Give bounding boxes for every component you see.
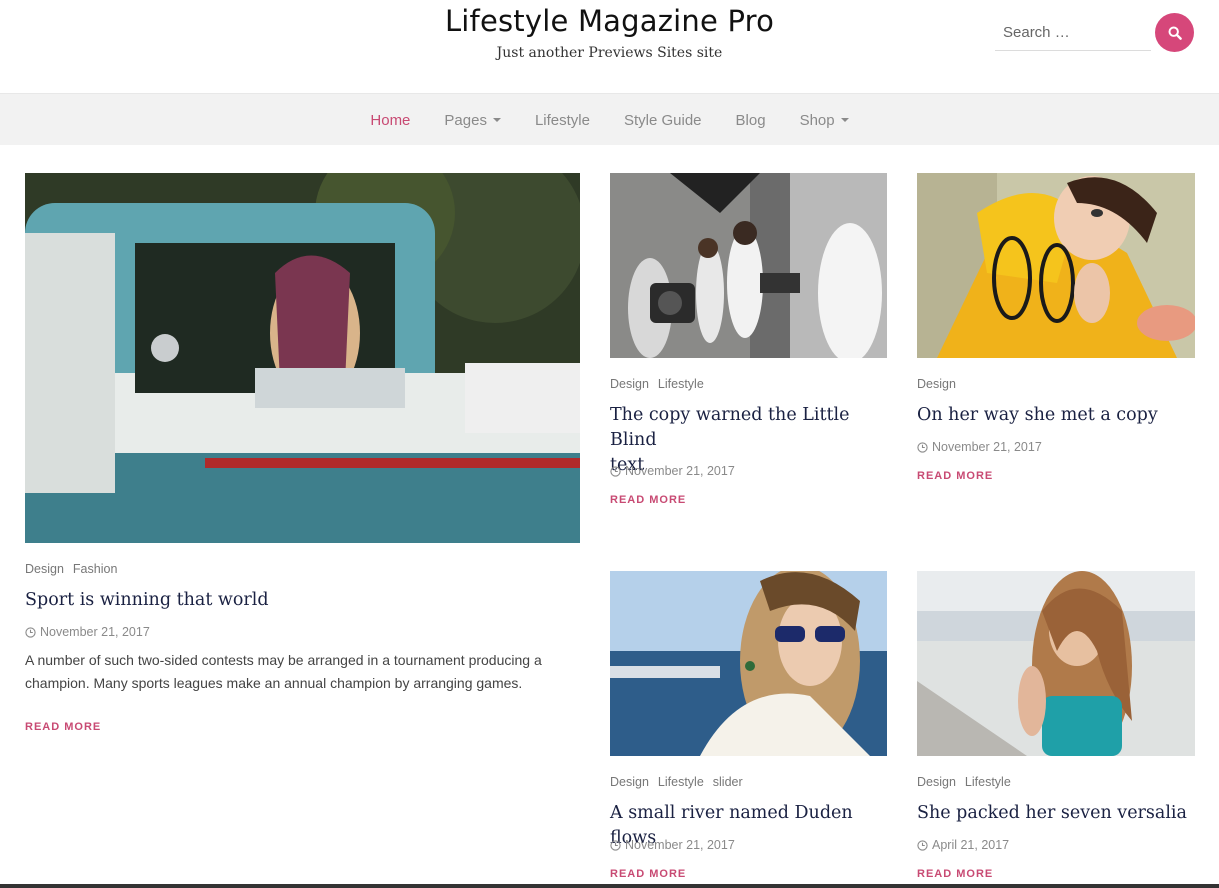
post-title[interactable]: She packed her seven versalia <box>917 801 1195 826</box>
category-link[interactable]: Design <box>610 377 649 391</box>
nav-item-lifestyle[interactable]: Lifestyle <box>535 112 590 129</box>
category-link[interactable]: Lifestyle <box>965 775 1011 789</box>
post-date: November 21, 2017 <box>917 440 1042 454</box>
clock-icon <box>610 839 621 851</box>
post-categories: Design Fashion <box>25 562 126 576</box>
main-nav: Home Pages Lifestyle Style Guide Blog Sh… <box>0 93 1219 145</box>
post-date: November 21, 2017 <box>610 838 735 852</box>
post-excerpt: A number of such two-sided contests may … <box>25 649 580 694</box>
clock-icon <box>25 626 36 638</box>
nav-label: Pages <box>444 111 487 129</box>
post-categories: Design <box>917 377 965 391</box>
search-button[interactable] <box>1155 13 1194 52</box>
post-date: November 21, 2017 <box>25 625 150 639</box>
nav-item-blog[interactable]: Blog <box>736 112 766 129</box>
excerpt-line: champion. Many sports leagues make an an… <box>25 674 523 691</box>
search-input[interactable] <box>995 15 1151 51</box>
category-link[interactable]: Design <box>610 775 649 789</box>
read-more-link[interactable]: READ MORE <box>917 470 993 482</box>
post-thumbnail[interactable] <box>917 173 1195 358</box>
chevron-down-icon <box>492 118 501 122</box>
chevron-down-icon <box>840 118 849 122</box>
nav-label: Blog <box>735 111 766 129</box>
nav-label: Shop <box>799 111 835 129</box>
post-date: April 21, 2017 <box>917 838 1009 852</box>
category-link[interactable]: Design <box>917 775 956 789</box>
nav-item-pages[interactable]: Pages <box>444 112 501 129</box>
category-link[interactable]: Lifestyle <box>658 775 704 789</box>
nav-item-style-guide[interactable]: Style Guide <box>624 112 702 129</box>
nav-label: Home <box>370 111 411 129</box>
nav-label: Lifestyle <box>534 111 590 129</box>
category-link[interactable]: slider <box>713 775 743 789</box>
category-link[interactable]: Lifestyle <box>658 377 704 391</box>
category-link[interactable]: Design <box>25 562 64 576</box>
post-categories: Design Lifestyle slider <box>610 775 752 789</box>
post-thumbnail[interactable] <box>610 173 887 358</box>
clock-icon <box>917 441 928 453</box>
nav-item-shop[interactable]: Shop <box>800 112 849 129</box>
read-more-link[interactable]: READ MORE <box>610 494 686 506</box>
post-date-text: April 21, 2017 <box>932 838 1010 852</box>
post-categories: Design Lifestyle <box>917 775 1020 789</box>
post-date-text: November 21, 2017 <box>40 625 150 639</box>
post-date-text: November 21, 2017 <box>932 440 1042 454</box>
clock-icon <box>610 465 621 477</box>
post-title[interactable]: Sport is winning that world <box>25 588 580 613</box>
post-title[interactable]: On her way she met a copy <box>917 403 1195 428</box>
category-link[interactable]: Fashion <box>73 562 117 576</box>
nav-label: Style Guide <box>623 111 702 129</box>
post-categories: Design Lifestyle <box>610 377 713 391</box>
post-date-text: November 21, 2017 <box>625 464 735 478</box>
bottom-border <box>0 884 1219 888</box>
post-date-text: November 21, 2017 <box>625 838 735 852</box>
nav-list: Home Pages Lifestyle Style Guide Blog Sh… <box>0 94 1219 146</box>
excerpt-line: A number of such two-sided contests may … <box>25 652 542 668</box>
clock-icon <box>917 839 928 851</box>
read-more-link[interactable]: READ MORE <box>25 721 101 733</box>
post-thumbnail[interactable] <box>25 173 580 543</box>
category-link[interactable]: Design <box>917 377 956 391</box>
search-icon <box>1168 26 1182 40</box>
post-title-line: The copy warned the Little Blind <box>610 405 850 450</box>
read-more-link[interactable]: READ MORE <box>917 868 993 880</box>
post-date: November 21, 2017 <box>610 464 735 478</box>
nav-item-home[interactable]: Home <box>370 112 410 129</box>
site-header: Lifestyle Magazine Pro Just another Prev… <box>0 0 1219 93</box>
post-thumbnail[interactable] <box>610 571 887 756</box>
read-more-link[interactable]: READ MORE <box>610 868 686 880</box>
post-thumbnail[interactable] <box>917 571 1195 756</box>
